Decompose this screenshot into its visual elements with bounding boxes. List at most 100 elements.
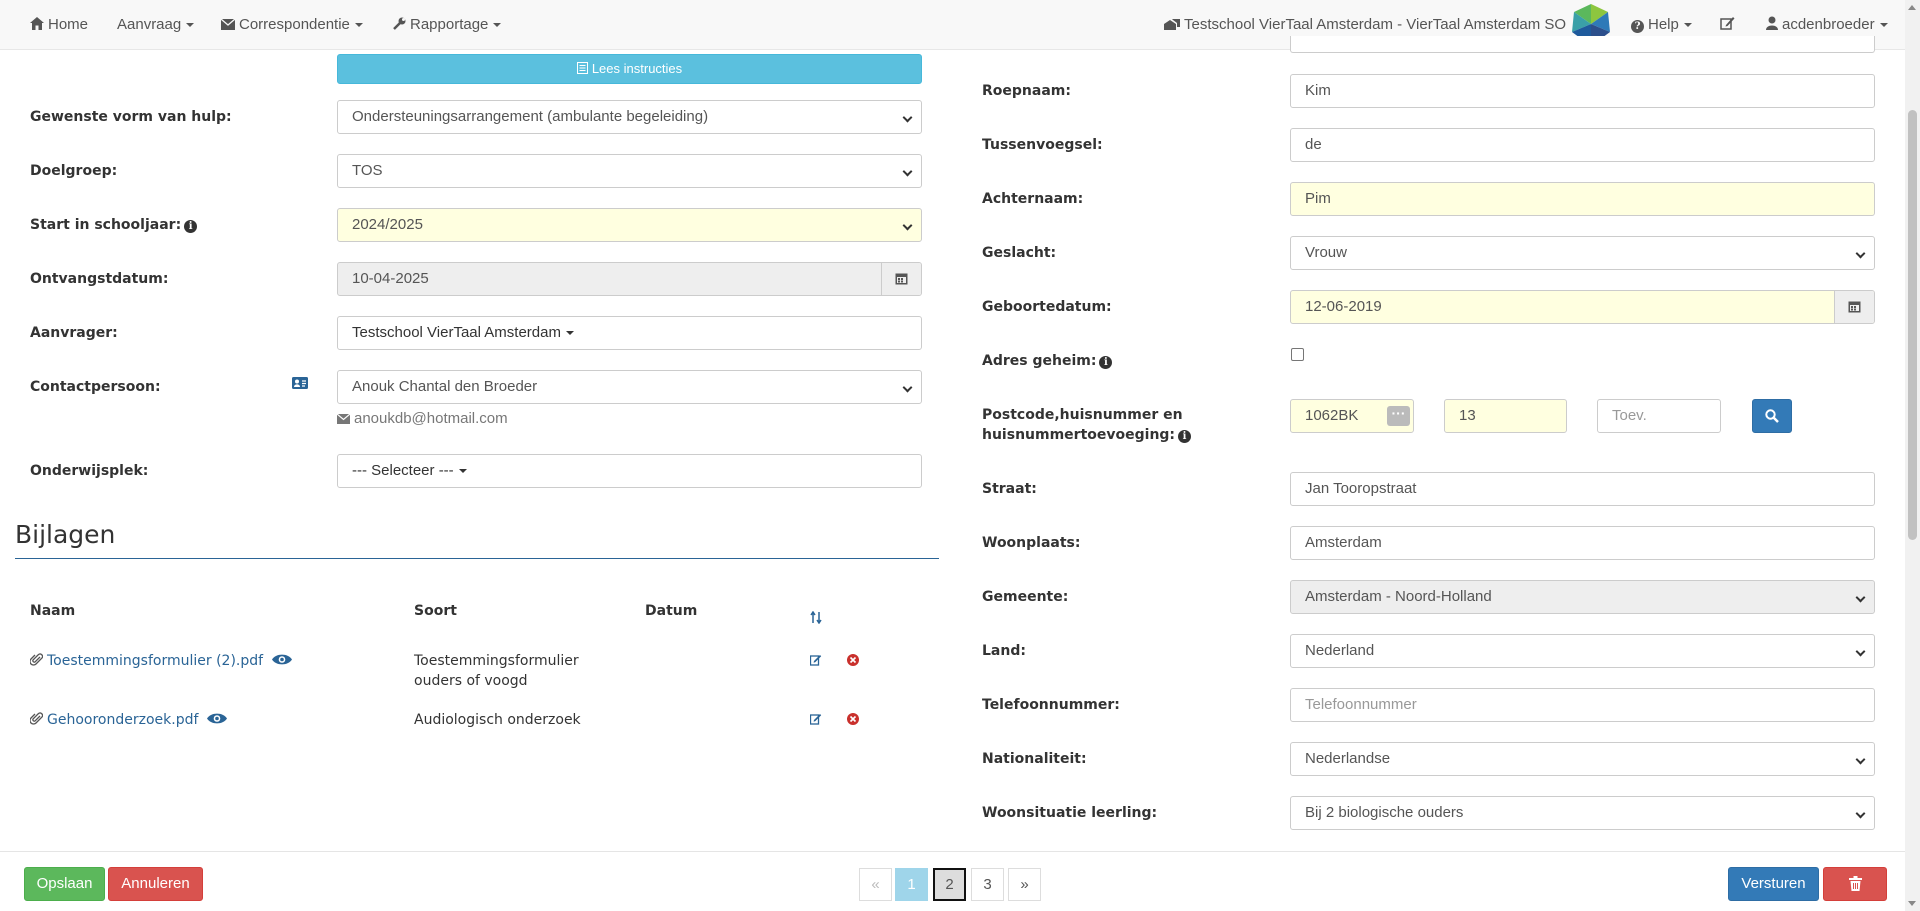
woonsituatie-select[interactable]: Bij 2 biologische ouders [1290, 796, 1875, 830]
onderwijsplek-label: Onderwijsplek: [30, 463, 149, 479]
attachment-link[interactable]: Gehooronderzoek.pdf [47, 712, 198, 728]
instructions-label: Lees instructies [591, 61, 683, 76]
huisnummer-value: 13 [1459, 407, 1476, 424]
postcode-search-button[interactable] [1752, 399, 1792, 433]
land-label: Land: [982, 643, 1026, 659]
school-icon [1164, 19, 1180, 30]
contact-value: Anouk Chantal den Broeder [352, 378, 538, 395]
scrollbar-thumb[interactable] [1908, 110, 1917, 540]
col-header-naam: Naam [30, 603, 76, 619]
calendar-icon [1848, 301, 1861, 313]
scroll-up-arrow-icon[interactable] [1908, 5, 1916, 10]
delete-circle-icon[interactable] [847, 654, 859, 666]
achternaam-input[interactable]: Pim [1290, 182, 1875, 216]
doelgroep-label: Doelgroep: [30, 163, 118, 179]
doelgroep-select[interactable]: TOS [337, 154, 922, 188]
pagination-page-1[interactable]: 1 [895, 868, 928, 901]
onderwijsplek-value: --- Selecteer --- [352, 462, 454, 479]
cancel-button[interactable]: Annuleren [108, 867, 203, 901]
info-icon[interactable]: i [1178, 430, 1192, 443]
huisnummer-input[interactable]: 13 [1444, 399, 1567, 433]
toevoeging-input[interactable]: Toev. [1597, 399, 1721, 433]
geslacht-select[interactable]: Vrouw [1290, 236, 1875, 270]
tussenvoegsel-label: Tussenvoegsel: [982, 137, 1103, 153]
land-select[interactable]: Nederland [1290, 634, 1875, 668]
telefoon-placeholder: Telefoonnummer [1305, 696, 1417, 713]
calendar-button[interactable] [881, 263, 921, 295]
telefoon-input[interactable]: Telefoonnummer [1290, 688, 1875, 722]
sort-icon[interactable] [810, 611, 822, 624]
contact-card-icon[interactable] [292, 377, 308, 389]
pagination-next[interactable]: » [1008, 868, 1041, 901]
nationaliteit-value: Nederlandse [1305, 750, 1391, 767]
geslacht-value: Vrouw [1305, 244, 1347, 261]
chevron-down-icon [902, 382, 913, 393]
ontvangst-label: Ontvangstdatum: [30, 271, 169, 287]
contact-select[interactable]: Anouk Chantal den Broeder [337, 370, 922, 404]
more-icon[interactable]: ··· [1387, 406, 1410, 426]
attachment-link[interactable]: Toestemmingsformulier (2).pdf [47, 653, 263, 669]
achternaam-value: Pim [1305, 190, 1331, 207]
schooljaar-value: 2024/2025 [352, 216, 423, 233]
straat-input[interactable]: Jan Tooropstraat [1290, 472, 1875, 506]
aanvrager-dropdown[interactable]: Testschool VierTaal Amsterdam [337, 316, 922, 350]
field-above-partial[interactable] [1290, 36, 1875, 53]
postcode-label-line1: Postcode,huisnummer en [982, 407, 1183, 423]
search-icon [1765, 409, 1779, 423]
eye-icon[interactable] [271, 653, 292, 666]
paperclip-icon [30, 653, 43, 666]
info-icon[interactable]: i [184, 220, 198, 233]
nationaliteit-select[interactable]: Nederlandse [1290, 742, 1875, 776]
adres-geheim-label: Adres geheim: i [982, 351, 1113, 371]
tussenvoegsel-value: de [1305, 136, 1322, 153]
nav-rapportage-dropdown[interactable]: Rapportage [393, 0, 502, 50]
send-button[interactable]: Versturen [1728, 867, 1819, 901]
postcode-input[interactable]: 1062BK ··· [1290, 399, 1414, 433]
chevron-down-icon [902, 220, 913, 231]
woonplaats-value: Amsterdam [1305, 534, 1382, 551]
save-button[interactable]: Opslaan [24, 867, 105, 901]
ontvangst-date-field[interactable]: 10-04-2025 [337, 262, 922, 296]
trash-icon [1848, 876, 1862, 891]
info-icon[interactable]: i [1099, 356, 1113, 369]
table-row: Toestemmingsformulier (2).pdf [30, 651, 296, 671]
envelope-icon [221, 19, 235, 30]
roepnaam-label: Roepnaam: [982, 83, 1071, 99]
roepnaam-input[interactable]: Kim [1290, 74, 1875, 108]
calendar-button[interactable] [1834, 291, 1874, 323]
edit-icon[interactable] [810, 713, 822, 725]
delete-button[interactable] [1823, 867, 1887, 901]
adres-geheim-label-text: Adres geheim: [982, 353, 1097, 369]
hulp-value: Ondersteuningsarrangement (ambulante beg… [352, 108, 709, 125]
gemeente-select[interactable]: Amsterdam - Noord-Holland [1290, 580, 1875, 614]
chevron-down-icon [902, 166, 913, 177]
col-header-soort: Soort [414, 603, 457, 619]
contact-email-text: anoukdb@hotmail.com [354, 410, 508, 427]
woonplaats-input[interactable]: Amsterdam [1290, 526, 1875, 560]
scroll-down-arrow-icon[interactable] [1908, 901, 1916, 906]
tussenvoegsel-input[interactable]: de [1290, 128, 1875, 162]
adres-geheim-checkbox[interactable] [1291, 348, 1304, 361]
nav-correspondentie-dropdown[interactable]: Correspondentie [221, 0, 363, 50]
eye-icon[interactable] [206, 712, 227, 725]
nav-aanvraag-dropdown[interactable]: Aanvraag [117, 0, 195, 50]
caret-down-icon [493, 23, 502, 28]
nav-home[interactable]: Home [30, 0, 88, 50]
pagination-page-2[interactable]: 2 [933, 868, 966, 901]
instructions-button[interactable]: Lees instructies [337, 54, 922, 84]
woonplaats-label: Woonplaats: [982, 535, 1081, 551]
caret-down-icon [565, 331, 574, 336]
pagination-prev[interactable]: « [859, 868, 892, 901]
geboortedatum-date-field[interactable]: 12-06-2019 [1290, 290, 1875, 324]
delete-circle-icon[interactable] [847, 713, 859, 725]
nav-correspondentie-label: Correspondentie [239, 16, 350, 33]
onderwijsplek-dropdown[interactable]: --- Selecteer --- [337, 454, 922, 488]
schooljaar-select[interactable]: 2024/2025 [337, 208, 922, 242]
attachment-type: Audiologisch onderzoek [414, 710, 581, 730]
pagination-page-3[interactable]: 3 [971, 868, 1004, 901]
telefoon-label: Telefoonnummer: [982, 697, 1120, 713]
page-scrollbar[interactable] [1905, 0, 1920, 911]
hulp-select[interactable]: Ondersteuningsarrangement (ambulante beg… [337, 100, 922, 134]
edit-icon[interactable] [810, 654, 822, 666]
chevron-down-icon [1855, 248, 1866, 259]
